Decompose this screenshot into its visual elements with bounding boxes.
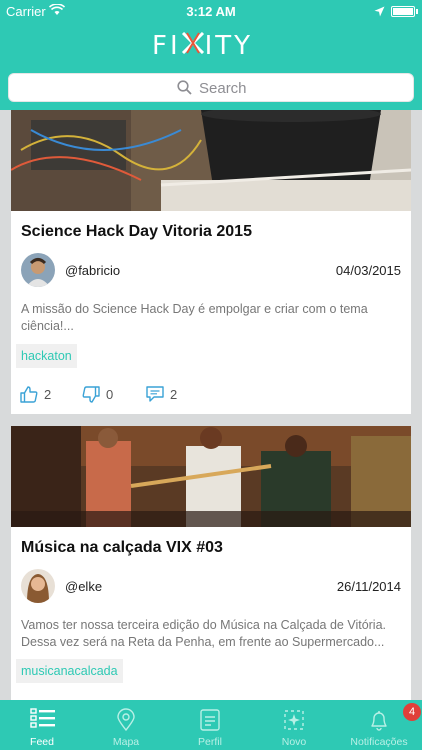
dislike-count: 0 — [106, 387, 114, 402]
thumbs-up-icon — [20, 386, 38, 403]
logo-x-mark — [181, 28, 205, 54]
author-username[interactable]: @fabricio — [65, 263, 120, 278]
app-header: Carrier 3:12 AM FI ITY Search — [0, 0, 422, 110]
post-title[interactable]: Música na calçada VIX #03 — [21, 539, 223, 557]
bell-icon — [367, 708, 391, 732]
search-icon — [177, 80, 192, 100]
tab-label: Feed — [30, 736, 54, 748]
post-date: 04/03/2015 — [335, 263, 401, 278]
thumbs-down-icon — [82, 386, 100, 403]
post-tag[interactable]: musicanacalcada — [16, 659, 123, 683]
battery-icon — [391, 6, 415, 17]
author-avatar[interactable] — [21, 569, 55, 603]
dislike-button[interactable]: 0 — [82, 386, 113, 403]
like-count: 2 — [44, 387, 52, 402]
tab-feed[interactable]: Feed — [0, 700, 84, 750]
tab-mapa[interactable]: Mapa — [84, 700, 168, 750]
post-image[interactable] — [11, 426, 411, 527]
author-avatar[interactable] — [21, 253, 55, 287]
status-bar: Carrier 3:12 AM — [0, 0, 422, 24]
profile-card-icon — [198, 708, 222, 732]
post-excerpt: A missão do Science Hack Day é empolgar … — [21, 302, 368, 333]
list-icon — [30, 708, 55, 732]
comment-count: 2 — [170, 386, 178, 402]
new-sparkle-icon — [282, 708, 306, 732]
feed-list[interactable]: Science Hack Day Vitoria 2015 @fabricio … — [0, 110, 422, 700]
post-card[interactable]: Música na calçada VIX #03 @elke 26/11/20… — [11, 426, 411, 700]
search-bar[interactable]: Search — [8, 73, 414, 102]
status-time: 3:12 AM — [186, 4, 236, 19]
tab-label: Novo — [281, 736, 307, 748]
tab-label: Mapa — [112, 736, 140, 748]
post-card[interactable]: Science Hack Day Vitoria 2015 @fabricio … — [11, 110, 411, 414]
post-tag[interactable]: hackaton — [16, 344, 77, 368]
logo-text-left: FI — [152, 31, 181, 61]
notification-badge: 4 — [403, 703, 421, 721]
tab-label: Perfil — [198, 736, 222, 748]
app-logo: FI ITY — [152, 28, 253, 61]
post-excerpt: Vamos ter nossa terceira edição do Músic… — [21, 618, 387, 649]
map-pin-icon — [114, 708, 138, 732]
search-placeholder: Search — [199, 80, 247, 97]
post-date: 26/11/2014 — [336, 579, 401, 594]
tab-label: Notificações — [350, 736, 408, 748]
like-button[interactable]: 2 — [20, 386, 51, 403]
author-username[interactable]: @elke — [65, 579, 102, 594]
tab-novo[interactable]: Novo — [252, 700, 336, 750]
battery-tip — [416, 9, 418, 14]
tab-perfil[interactable]: Perfil — [168, 700, 252, 750]
location-arrow-icon — [374, 5, 385, 20]
comment-icon — [146, 386, 164, 402]
post-image[interactable] — [11, 110, 411, 211]
logo-text-right: ITY — [204, 31, 254, 61]
post-title[interactable]: Science Hack Day Vitoria 2015 — [21, 223, 252, 241]
comment-button[interactable]: 2 — [146, 386, 177, 402]
post-actions: 2 0 2 — [20, 386, 400, 406]
tab-bar: Feed Mapa Perfil Novo Notificações — [0, 700, 422, 750]
